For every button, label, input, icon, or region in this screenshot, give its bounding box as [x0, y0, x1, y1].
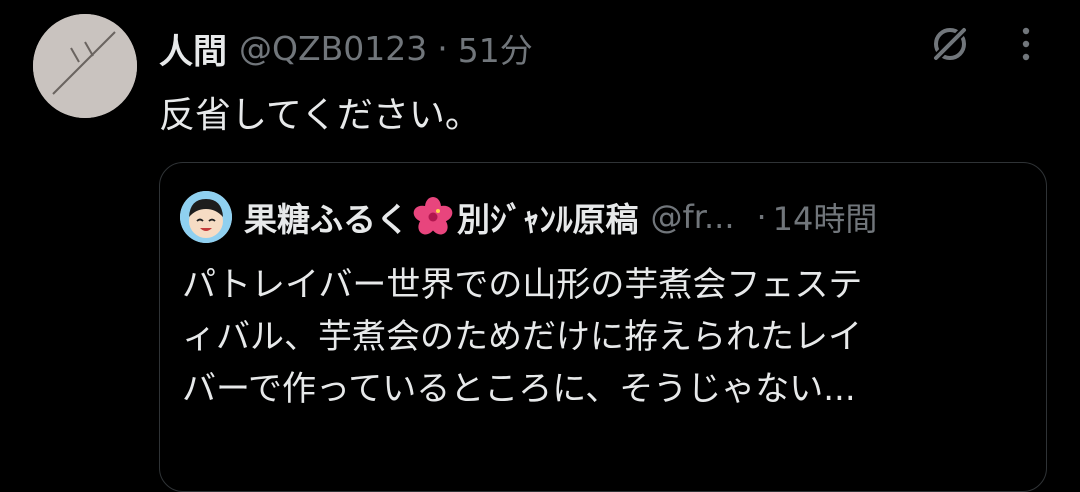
- hibiscus-emoji-icon: [413, 197, 453, 237]
- quoted-text-line: パトレイバー世界での山形の芋煮会フェステ: [182, 265, 863, 305]
- quoted-user-handle[interactable]: @fr...: [651, 198, 735, 236]
- more-vertical-icon[interactable]: [1014, 24, 1038, 64]
- user-handle[interactable]: @QZB0123: [239, 29, 427, 68]
- quoted-tweet-header: 果糖ふるく 別ｼﾞｬﾝﾙ原稿 @fr... · 14時間: [244, 191, 1034, 243]
- quoted-tweet-card[interactable]: 果糖ふるく 別ｼﾞｬﾝﾙ原稿 @fr... · 14時間 パトレイバー世界での山…: [159, 162, 1047, 492]
- quoted-tweet-timestamp[interactable]: 14時間: [773, 194, 878, 240]
- grok-icon[interactable]: [928, 22, 972, 66]
- user-avatar[interactable]: [33, 14, 137, 118]
- avatar-sketch-icon: [33, 14, 137, 118]
- header-separator: ·: [437, 28, 448, 68]
- cartoon-face-icon: [180, 191, 232, 243]
- quoted-text-line: バーで作っているところに、そうじゃない...: [182, 369, 856, 409]
- quoted-header-separator: ·: [756, 198, 767, 236]
- display-name[interactable]: 人間: [159, 24, 227, 73]
- quoted-text-line: ィバル、芋煮会のためだけに拵えられたレイ: [182, 317, 862, 357]
- tweet-timestamp[interactable]: 51分: [458, 24, 533, 72]
- tweet-text: 反省してください。: [159, 95, 481, 136]
- quoted-display-name-suffix[interactable]: 別ｼﾞｬﾝﾙ原稿: [457, 193, 639, 241]
- tweet-header: 人間 @QZB0123 · 51分: [159, 20, 533, 76]
- quoted-display-name[interactable]: 果糖ふるく: [244, 193, 409, 241]
- quoted-user-avatar[interactable]: [180, 191, 232, 243]
- quoted-tweet-text: パトレイバー世界での山形の芋煮会フェステ ィバル、芋煮会のためだけに拵えられたレ…: [182, 259, 1032, 415]
